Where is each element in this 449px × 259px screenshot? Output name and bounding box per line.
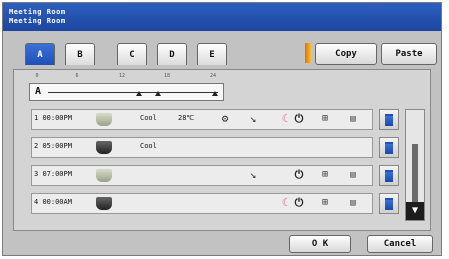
row-time-group: 3 07:00PM (34, 170, 72, 178)
row-time: 05:00PM (42, 142, 72, 150)
scroll-down-icon[interactable]: ▼ (406, 202, 424, 220)
timeline-marker (136, 91, 142, 96)
paste-button[interactable]: Paste (381, 43, 437, 65)
row-mode: Cool (140, 142, 157, 150)
fan-icon (96, 141, 112, 154)
cancel-button[interactable]: Cancel (367, 235, 433, 253)
power-icon: ⏻ (294, 168, 304, 181)
tick-label: 0 (35, 73, 39, 79)
tab-b[interactable]: B (65, 43, 95, 65)
row-temp: 28℃ (178, 114, 195, 122)
row-time-group: 4 00:00AM (34, 198, 72, 206)
bars-icon: ▤ (350, 114, 356, 124)
timeline-bar[interactable]: A (29, 83, 224, 101)
row-index: 1 (34, 114, 39, 122)
row-index: 3 (34, 170, 39, 178)
schedule-row[interactable]: 2 05:00PM Cool (31, 137, 373, 158)
tick-label: 12 (118, 73, 126, 79)
scrollbar-thumb[interactable] (412, 144, 418, 204)
tick-label: 24 (209, 73, 217, 79)
row-index: 4 (34, 198, 39, 206)
vane-icon: ↘ (249, 112, 257, 125)
scrollbar[interactable]: ▼ (405, 109, 425, 221)
row-time-group: 1 00:00PM (34, 114, 72, 122)
fan-icon (96, 197, 112, 210)
vane-icon: ↘ (249, 168, 257, 181)
sleep-icon: ☾ (281, 196, 289, 209)
delete-button[interactable] (379, 165, 399, 186)
ok-button[interactable]: O K (289, 235, 351, 253)
tab-row: A B C D E Copy Paste (3, 33, 441, 69)
timeline-marker (155, 91, 161, 96)
timeline-ticks: 0 6 12 18 24 (31, 73, 221, 81)
row-mode: Cool (140, 114, 157, 122)
trash-icon (385, 198, 393, 210)
footer-bar: O K Cancel (3, 233, 441, 255)
tab-d[interactable]: D (157, 43, 187, 65)
power-icon: ⏻ (294, 196, 304, 209)
grid-icon: ⊞ (321, 197, 329, 208)
tick-label: 6 (75, 73, 79, 79)
bars-icon: ▤ (350, 198, 356, 208)
title-bar: Meeting Room Meeting Room (3, 3, 441, 31)
title-line-1: Meeting Room (9, 8, 66, 16)
fan-icon (96, 169, 112, 182)
row-time: 07:00PM (42, 170, 72, 178)
timeline-axis (48, 92, 218, 93)
fan-icon (96, 113, 112, 126)
timeline-marker (212, 91, 218, 96)
title-line-2: Meeting Room (9, 17, 66, 25)
trash-icon (385, 142, 393, 154)
tab-e[interactable]: E (197, 43, 227, 65)
row-index: 2 (34, 142, 39, 150)
row-time: 00:00AM (42, 198, 72, 206)
schedule-row[interactable]: 3 07:00PM ↘ ⏻ ⊞ ▤ (31, 165, 373, 186)
bars-icon: ▤ (350, 170, 356, 180)
tick-label: 18 (163, 73, 171, 79)
delete-button[interactable] (379, 109, 399, 130)
row-time: 00:00PM (42, 114, 72, 122)
trash-icon (385, 170, 393, 182)
fan-speed-icon: ⚙ (221, 112, 229, 125)
schedule-window: Meeting Room Meeting Room A B C D E Copy… (2, 2, 442, 256)
delete-button[interactable] (379, 137, 399, 158)
power-icon: ⏻ (294, 112, 304, 125)
copy-button[interactable]: Copy (315, 43, 377, 65)
grid-icon: ⊞ (321, 113, 329, 124)
tab-a[interactable]: A (25, 43, 55, 65)
trash-icon (385, 114, 393, 126)
toolbar-separator (305, 43, 311, 63)
sleep-icon: ☾ (281, 112, 289, 125)
schedule-row[interactable]: 4 00:00AM ☾ ⏻ ⊞ ▤ (31, 193, 373, 214)
schedule-row[interactable]: 1 00:00PM Cool 28℃ ⚙ ↘ ☾ ⏻ ⊞ ▤ (31, 109, 373, 130)
row-time-group: 2 05:00PM (34, 142, 72, 150)
timeline-label: A (35, 86, 42, 97)
tab-c[interactable]: C (117, 43, 147, 65)
grid-icon: ⊞ (321, 169, 329, 180)
delete-button[interactable] (379, 193, 399, 214)
